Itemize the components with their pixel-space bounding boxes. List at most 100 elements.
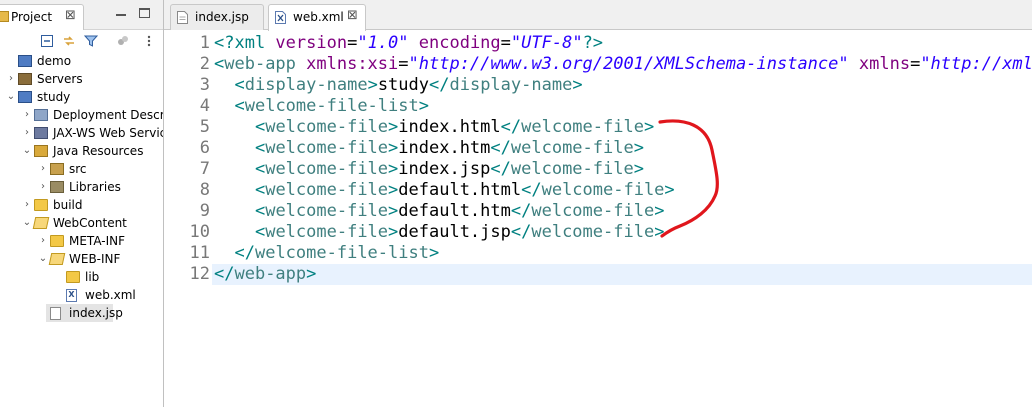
code-token-bracket: >	[388, 117, 399, 137]
expand-arrow-icon[interactable]: ›	[22, 124, 32, 142]
line-number: 7	[199, 159, 210, 179]
servers-folder-icon	[18, 73, 32, 85]
code-token-val: "UTF-8"	[510, 33, 583, 53]
tree-item-label: index.jsp	[69, 306, 123, 320]
tree-item[interactable]: Xweb.xml	[0, 286, 163, 304]
tree-item[interactable]: › src	[0, 160, 163, 178]
tree-item[interactable]: › Deployment Descripto	[0, 106, 163, 124]
expand-arrow-icon[interactable]: ›	[6, 70, 16, 88]
line-number: 2	[199, 54, 210, 74]
xml-editor: index.jsp web.xml ⊠ 1 2 3 4 5 6 7 8 9 10 11 12 <?xm…	[164, 0, 1032, 407]
code-token-bracket: </	[429, 75, 450, 95]
folder-icon	[66, 271, 80, 283]
collapse-arrow-icon[interactable]: ⌄	[22, 142, 32, 160]
tab-index-jsp[interactable]: index.jsp	[170, 4, 264, 30]
code-token-bracket: >	[428, 243, 440, 263]
code-token-attr: xmlns:xsi	[306, 54, 399, 74]
view-menu-icon[interactable]	[142, 34, 156, 48]
line-number: 10	[189, 222, 210, 242]
expand-arrow-icon[interactable]: ›	[38, 160, 48, 178]
tree-item-label: demo	[37, 54, 72, 68]
tree-item[interactable]: › build	[0, 196, 163, 214]
close-icon[interactable]: ⊠	[65, 8, 76, 23]
code-token-text: index.html	[398, 117, 501, 137]
line-number: 9	[199, 201, 210, 221]
tree-item-label: Deployment Descripto	[53, 108, 163, 122]
tree-item[interactable]: ⌄ Java Resources	[0, 142, 163, 160]
code-line: <welcome-file>index.html</welcome-file>	[214, 117, 654, 138]
tab-web-xml[interactable]: web.xml ⊠	[268, 4, 366, 31]
xml-file-icon	[275, 11, 286, 24]
code-token-tag: welcome-file	[510, 159, 634, 179]
tab-project-explorer[interactable]: Project ⊠	[0, 4, 84, 30]
code-text-area[interactable]: <?xml version="1.0" encoding="UTF-8"?> <w…	[212, 31, 1032, 407]
collapse-arrow-icon[interactable]: ⌄	[38, 250, 48, 268]
current-line-highlight	[212, 264, 1032, 285]
code-token-tag: welcome-file	[510, 138, 634, 158]
expand-arrow-icon[interactable]: ›	[38, 178, 48, 196]
code-token-text: default.htm	[398, 201, 511, 221]
code-token-pi: <?xml	[214, 33, 276, 53]
tab-label: index.jsp	[195, 10, 249, 24]
code-token-text: index.jsp	[398, 159, 491, 179]
jsp-file-icon	[177, 11, 188, 24]
line-number: 11	[189, 243, 210, 263]
code-token-text: default.html	[398, 180, 522, 200]
filter-icon[interactable]	[83, 34, 99, 48]
folder-icon	[34, 199, 48, 211]
code-token-val: "http://www.w3.org/2001/XMLSchema-instan…	[408, 54, 849, 74]
expand-arrow-icon[interactable]: ›	[22, 106, 32, 124]
code-token-attr: xmlns	[858, 54, 911, 74]
tree-item[interactable]: index.jsp	[46, 304, 123, 322]
code-token-attr: version	[275, 33, 348, 53]
code-token-text: index.htm	[398, 138, 491, 158]
code-token-tag: welcome-file	[531, 222, 655, 242]
code-token-bracket: <	[214, 54, 225, 74]
collapse-arrow-icon[interactable]: ⌄	[6, 88, 16, 106]
code-token-bracket: <	[254, 201, 266, 221]
tree-item-label: META-INF	[69, 234, 126, 248]
tree-item[interactable]: ⌄ WEB-INF	[0, 250, 163, 268]
tree-item[interactable]: › META-INF	[0, 232, 163, 250]
tree-item[interactable]: › Libraries	[0, 178, 163, 196]
code-token-tag: web-app	[224, 54, 307, 74]
maximize-icon[interactable]	[139, 8, 150, 18]
line-number: 6	[199, 138, 210, 158]
code-line: <welcome-file>default.htm</welcome-file>	[214, 201, 664, 222]
project-icon	[18, 55, 32, 67]
focus-task-icon[interactable]	[116, 34, 130, 48]
tree-item[interactable]: lib	[0, 268, 163, 286]
libraries-icon	[50, 181, 64, 193]
expand-arrow-icon[interactable]: ›	[38, 232, 48, 250]
minimize-icon[interactable]	[116, 14, 126, 16]
code-token-bracket: >	[388, 180, 399, 200]
code-token-val: "1.0"	[357, 33, 409, 53]
collapse-arrow-icon[interactable]: ⌄	[22, 214, 32, 232]
code-token-bracket: >	[664, 180, 675, 200]
code-line: <welcome-file>index.jsp</welcome-file>	[214, 159, 644, 180]
close-icon[interactable]: ⊠	[347, 8, 358, 23]
code-token-bracket: >	[633, 159, 644, 179]
folder-icon	[50, 235, 64, 247]
tree-item-label: src	[69, 162, 87, 176]
tree-item[interactable]: › JAX-WS Web Services	[0, 124, 163, 142]
link-with-editor-icon[interactable]	[62, 34, 76, 48]
collapse-all-icon[interactable]	[40, 34, 54, 48]
code-token-text: =	[910, 54, 921, 74]
expand-arrow-icon[interactable]: ›	[22, 196, 32, 214]
annotation-gutter	[164, 31, 172, 407]
java-resources-icon	[34, 145, 48, 157]
code-token-tag: welcome-file	[265, 138, 389, 158]
tree-item[interactable]: demo	[0, 52, 163, 70]
tree-item[interactable]: ⌄ study	[0, 88, 163, 106]
tree-item[interactable]: ⌄ WebContent	[0, 214, 163, 232]
tree-item[interactable]: › Servers	[0, 70, 163, 88]
code-token-text: default.jsp	[398, 222, 511, 242]
